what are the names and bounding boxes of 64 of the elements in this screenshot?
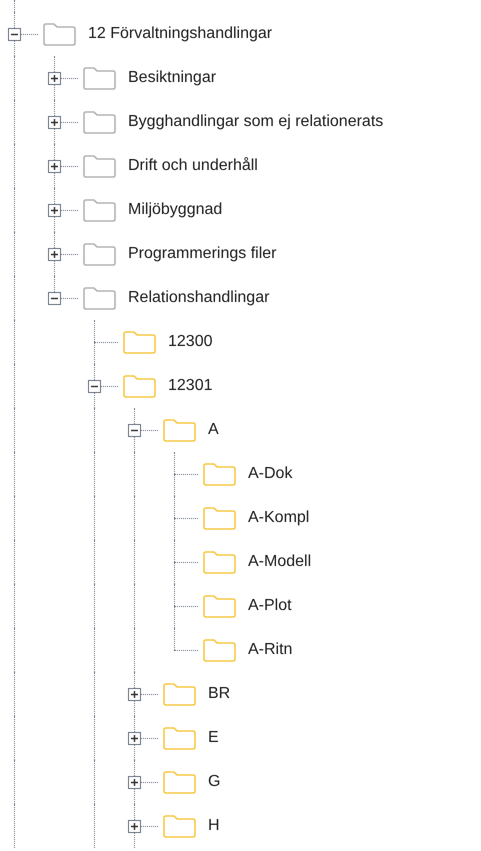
folder-icon	[203, 550, 236, 574]
expander-button[interactable]	[48, 204, 61, 217]
folder-label[interactable]: A-Kompl	[248, 506, 310, 530]
folder-icon	[83, 154, 116, 178]
folder-icon	[203, 462, 236, 486]
folder-label[interactable]: A-Dok	[248, 462, 292, 486]
folder-icon	[203, 638, 236, 662]
expander-button[interactable]	[128, 820, 141, 833]
expander-button[interactable]	[128, 776, 141, 789]
folder-label[interactable]: Programmerings filer	[128, 242, 276, 266]
folder-label[interactable]: Miljöbyggnad	[128, 198, 222, 222]
folder-label[interactable]: A	[208, 418, 219, 442]
minus-icon	[51, 295, 58, 302]
folder-icon	[163, 770, 196, 794]
folder-label[interactable]: A-Ritn	[248, 638, 292, 662]
folder-icon	[163, 814, 196, 838]
expander-button[interactable]	[128, 424, 141, 437]
folder-icon	[83, 110, 116, 134]
expander-button[interactable]	[128, 732, 141, 745]
minus-icon	[91, 383, 98, 390]
folder-icon	[83, 198, 116, 222]
plus-icon	[51, 207, 58, 214]
folder-icon	[43, 22, 76, 46]
folder-icon	[83, 66, 116, 90]
folder-icon	[163, 418, 196, 442]
expander-button[interactable]	[48, 72, 61, 85]
folder-label[interactable]: BR	[208, 682, 230, 706]
plus-icon	[131, 735, 138, 742]
folder-label[interactable]: H	[208, 814, 220, 838]
plus-icon	[131, 691, 138, 698]
expander-button[interactable]	[128, 688, 141, 701]
plus-icon	[51, 75, 58, 82]
folder-icon	[123, 374, 156, 398]
folder-icon	[83, 286, 116, 310]
folder-icon	[83, 242, 116, 266]
expander-button[interactable]	[88, 380, 101, 393]
expander-button[interactable]	[48, 160, 61, 173]
folder-label[interactable]: Bygghandlingar som ej relationerats	[128, 110, 384, 134]
minus-icon	[131, 427, 138, 434]
expander-button[interactable]	[8, 28, 21, 41]
plus-icon	[51, 163, 58, 170]
minus-icon	[11, 31, 18, 38]
expander-button[interactable]	[48, 248, 61, 261]
folder-label[interactable]: G	[208, 770, 220, 794]
folder-label[interactable]: Drift och underhåll	[128, 154, 258, 178]
folder-label[interactable]: E	[208, 726, 219, 750]
folder-label[interactable]: A-Plot	[248, 594, 292, 618]
folder-icon	[203, 594, 236, 618]
folder-label[interactable]: A-Modell	[248, 550, 312, 574]
plus-icon	[51, 119, 58, 126]
expander-button[interactable]	[48, 116, 61, 129]
plus-icon	[131, 823, 138, 830]
folder-icon	[123, 330, 156, 354]
folder-icon	[163, 726, 196, 750]
folder-icon	[203, 506, 236, 530]
folder-label[interactable]: 12300	[168, 330, 212, 354]
folder-label[interactable]: 12 Förvaltningshandlingar	[88, 22, 272, 46]
folder-label[interactable]: Besiktningar	[128, 66, 216, 90]
folder-label[interactable]: 12301	[168, 374, 212, 398]
folder-icon	[163, 682, 196, 706]
folder-label[interactable]: Relationshandlingar	[128, 286, 270, 310]
expander-button[interactable]	[48, 292, 61, 305]
plus-icon	[51, 251, 58, 258]
plus-icon	[131, 779, 138, 786]
